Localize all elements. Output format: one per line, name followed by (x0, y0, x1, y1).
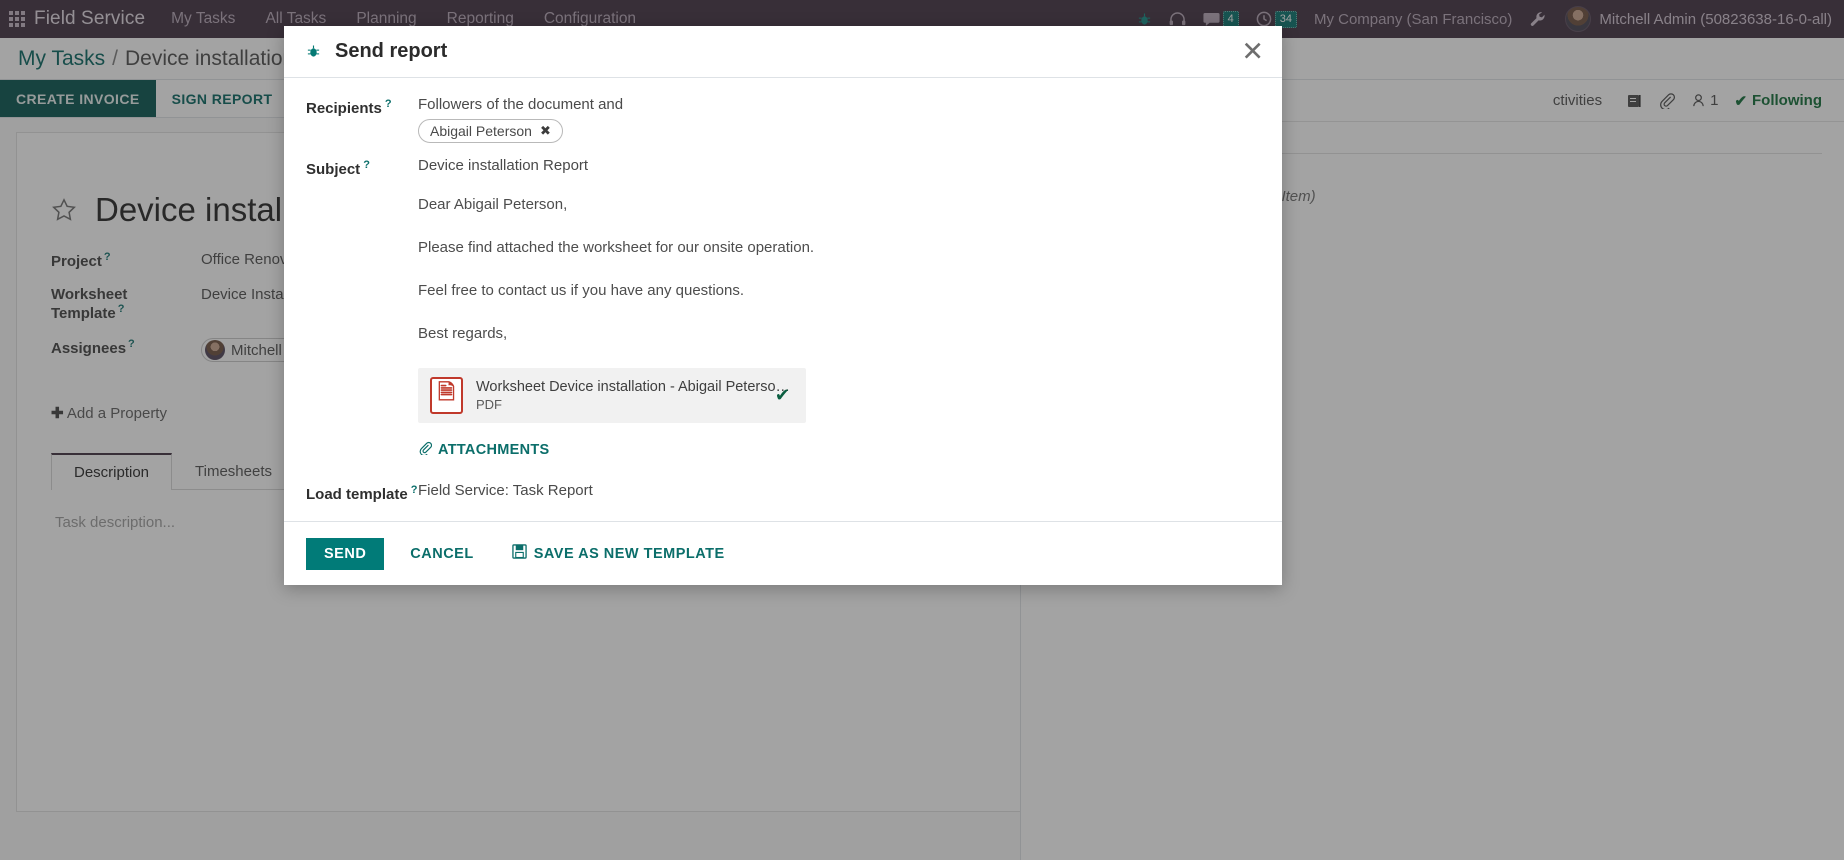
floppy-disk-icon (512, 544, 527, 563)
load-template-select[interactable]: Field Service: Task Report (418, 482, 1260, 499)
remove-tag-icon[interactable]: ✖ (540, 123, 551, 139)
pdf-file-icon: 🗎 (430, 377, 463, 414)
recipients-text: Followers of the document and (418, 96, 624, 113)
message-body[interactable]: Dear Abigail Peterson, Please find attac… (306, 184, 1260, 342)
load-template-row: Load template? Field Service: Task Repor… (306, 482, 1260, 503)
bug-icon (306, 44, 321, 59)
app-root: Field Service My Tasks All Tasks Plannin… (0, 0, 1844, 860)
check-icon: ✔ (774, 385, 790, 405)
subject-input[interactable]: Device installation Report (418, 157, 1260, 174)
recipients-label: Recipients? (306, 98, 392, 117)
close-icon[interactable]: ✕ (1241, 38, 1264, 65)
subject-label: Subject? (306, 159, 370, 178)
attachment-type: PDF (476, 396, 502, 412)
body-paragraph-attachment-note: Please find attached the worksheet for o… (418, 239, 815, 256)
subject-row: Subject? Device installation Report (306, 157, 1260, 178)
body-paragraph-signoff: Best regards, (418, 325, 508, 342)
recipients-row: Recipients? Followers of the document an… (306, 96, 1260, 143)
cancel-button[interactable]: CANCEL (394, 538, 489, 570)
paperclip-icon (418, 441, 433, 459)
attachments-button[interactable]: ATTACHMENTS (418, 441, 550, 459)
help-icon-load-template[interactable]: ? (411, 484, 418, 496)
recipient-tag-label: Abigail Peterson (430, 123, 532, 139)
attachment-name: Worksheet Device installation - Abigail … (476, 378, 791, 395)
attachment-texts: Worksheet Device installation - Abigail … (476, 378, 790, 414)
save-as-new-template-label: SAVE AS NEW TEMPLATE (533, 545, 725, 562)
dialog-body: Recipients? Followers of the document an… (284, 78, 1282, 521)
recipients-value: Followers of the document and Abigail Pe… (418, 96, 1260, 143)
attachments-label: ATTACHMENTS (438, 442, 550, 458)
help-icon-recipients[interactable]: ? (385, 98, 392, 110)
body-paragraph-contact: Feel free to contact us if you have any … (418, 282, 745, 299)
send-report-dialog: Send report ✕ Recipients? Followers of t… (284, 26, 1282, 585)
dialog-footer: SEND CANCEL SAVE AS NEW TEMPLATE (284, 521, 1282, 585)
send-button[interactable]: SEND (306, 537, 385, 570)
help-icon-subject[interactable]: ? (363, 159, 370, 171)
attachment-card[interactable]: 🗎 Worksheet Device installation - Abigai… (418, 368, 806, 423)
dialog-title: Send report (335, 40, 448, 62)
load-template-label: Load template? (306, 484, 418, 503)
save-as-new-template-button[interactable]: SAVE AS NEW TEMPLATE (500, 536, 737, 571)
body-paragraph-greeting: Dear Abigail Peterson, (418, 196, 568, 213)
dialog-header: Send report ✕ (284, 26, 1282, 78)
recipient-tag[interactable]: Abigail Peterson ✖ (418, 119, 563, 143)
